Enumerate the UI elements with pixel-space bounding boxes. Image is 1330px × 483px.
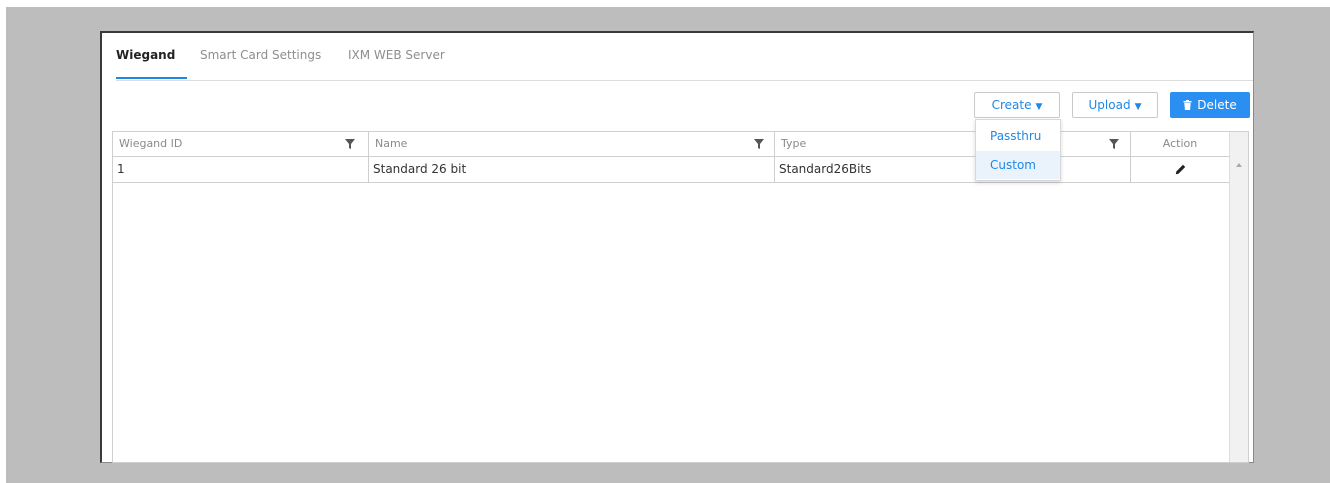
tab-ixm-web-server[interactable]: IXM WEB Server: [348, 48, 445, 62]
column-header-label: Name: [375, 137, 408, 150]
wiegand-grid: Wiegand ID Name Type Action 1 Standard 2…: [112, 131, 1249, 463]
filter-icon[interactable]: [345, 139, 355, 149]
menu-item-custom[interactable]: Custom: [976, 151, 1060, 179]
cell-type: Standard26Bits: [775, 157, 1131, 182]
delete-button[interactable]: Delete: [1170, 92, 1250, 118]
tab-smart-card-settings[interactable]: Smart Card Settings: [200, 48, 321, 62]
column-header-label: Action: [1162, 137, 1198, 150]
create-button-label: Create: [991, 98, 1032, 112]
wiegand-settings-panel: Wiegand Smart Card Settings IXM WEB Serv…: [100, 31, 1254, 463]
menu-item-passthru[interactable]: Passthru: [976, 122, 1060, 150]
column-header-wiegand-id[interactable]: Wiegand ID: [113, 132, 369, 156]
tab-wiegand[interactable]: Wiegand: [116, 48, 175, 62]
upload-button[interactable]: Upload ▼: [1072, 92, 1158, 118]
column-header-name[interactable]: Name: [369, 132, 775, 156]
grid-header: Wiegand ID Name Type Action: [113, 132, 1230, 157]
delete-button-label: Delete: [1197, 98, 1237, 112]
filter-icon[interactable]: [1109, 139, 1119, 149]
column-header-label: Wiegand ID: [119, 137, 183, 150]
column-header-type[interactable]: Type: [775, 132, 1131, 156]
tab-bar: Wiegand Smart Card Settings IXM WEB Serv…: [116, 33, 1253, 81]
cell-wiegand-id: 1: [113, 157, 369, 182]
table-row[interactable]: 1 Standard 26 bit Standard26Bits: [113, 157, 1230, 183]
caret-down-icon: ▼: [1035, 102, 1043, 112]
column-header-action: Action: [1131, 132, 1230, 156]
column-header-label: Type: [781, 137, 807, 150]
grid-scrollbar[interactable]: [1229, 132, 1248, 462]
caret-down-icon: ▼: [1134, 102, 1142, 112]
active-tab-indicator: [116, 77, 187, 79]
upload-button-label: Upload: [1088, 98, 1131, 112]
create-dropdown-menu: Passthru Custom: [975, 119, 1061, 181]
create-button[interactable]: Create ▼: [974, 92, 1060, 118]
cell-name: Standard 26 bit: [369, 157, 775, 182]
filter-icon[interactable]: [754, 139, 764, 149]
pencil-icon[interactable]: [1175, 164, 1186, 175]
cell-action: [1131, 157, 1230, 182]
trash-icon: [1183, 100, 1192, 110]
scroll-up-arrow-icon[interactable]: [1236, 163, 1242, 167]
